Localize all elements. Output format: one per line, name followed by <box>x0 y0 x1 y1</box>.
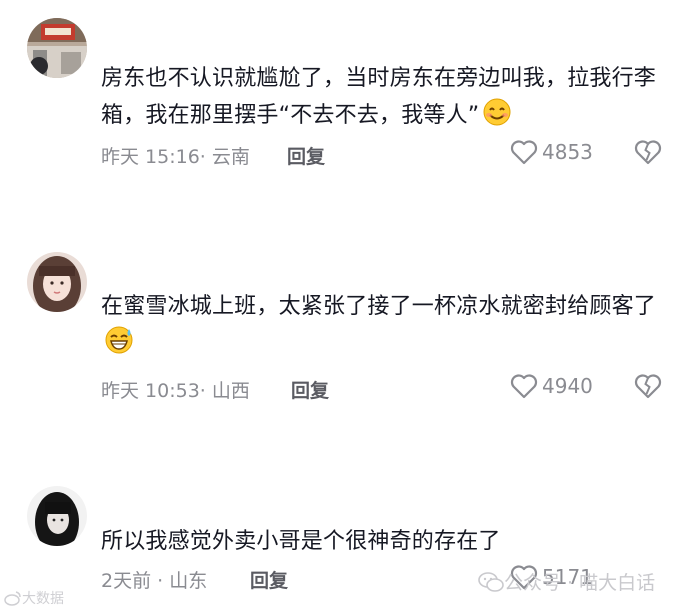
comment-location: 山东 <box>169 570 208 592</box>
comment-text: 所以我感觉外卖小哥是个很神奇的存在了 <box>101 529 501 554</box>
comment-location: 云南 <box>211 146 250 168</box>
reply-button[interactable]: 回复 <box>250 566 288 593</box>
grinning-sweat-emoji-icon <box>103 326 135 366</box>
weibo-logo-icon <box>4 591 21 606</box>
like-button[interactable]: 4853 <box>510 139 593 165</box>
reply-button[interactable]: 回复 <box>291 376 329 403</box>
comment-text: 房东也不认识就尴尬了，当时房东在旁边叫我，拉我行李箱，我在那里摆手“不去不去，我… <box>101 60 671 138</box>
comment-time: 昨天 15:16 <box>101 146 200 168</box>
dislike-button[interactable] <box>634 139 662 169</box>
comment-text: 在蜜雪冰城上班，太紧张了接了一杯凉水就密封给顾客了 <box>101 288 671 366</box>
comment-meta: 2天前 · 山东 <box>101 570 208 592</box>
avatar-photo-storefront-icon <box>27 18 87 78</box>
wechat-logo-icon <box>478 571 504 592</box>
avatar[interactable] <box>27 252 87 312</box>
comment-meta: 昨天 10:53· 山西 <box>101 380 250 402</box>
broken-heart-icon <box>634 374 662 399</box>
comment-time: 昨天 10:53 <box>101 380 200 402</box>
dislike-button[interactable] <box>634 373 662 403</box>
heart-icon <box>510 140 538 165</box>
like-count: 4940 <box>542 374 593 398</box>
heart-icon <box>510 374 538 399</box>
avatar[interactable] <box>27 486 87 546</box>
avatar-photo-girl-icon <box>27 252 87 312</box>
comment-meta: 昨天 15:16· 云南 <box>101 146 250 168</box>
comment-time: 2天前 <box>101 570 152 592</box>
comment-location: 山西 <box>211 380 250 402</box>
avatar-photo-dark-hair-icon <box>27 486 87 546</box>
like-button[interactable]: 4940 <box>510 373 593 399</box>
like-count: 4853 <box>542 140 593 164</box>
reply-button[interactable]: 回复 <box>287 142 325 169</box>
broken-heart-icon <box>634 140 662 165</box>
watermark-right: 公众号 · 喵大白话 <box>478 568 655 595</box>
avatar[interactable] <box>27 18 87 78</box>
smiling-face-emoji-icon <box>481 98 513 138</box>
watermark-left: 大数据 <box>4 588 64 608</box>
